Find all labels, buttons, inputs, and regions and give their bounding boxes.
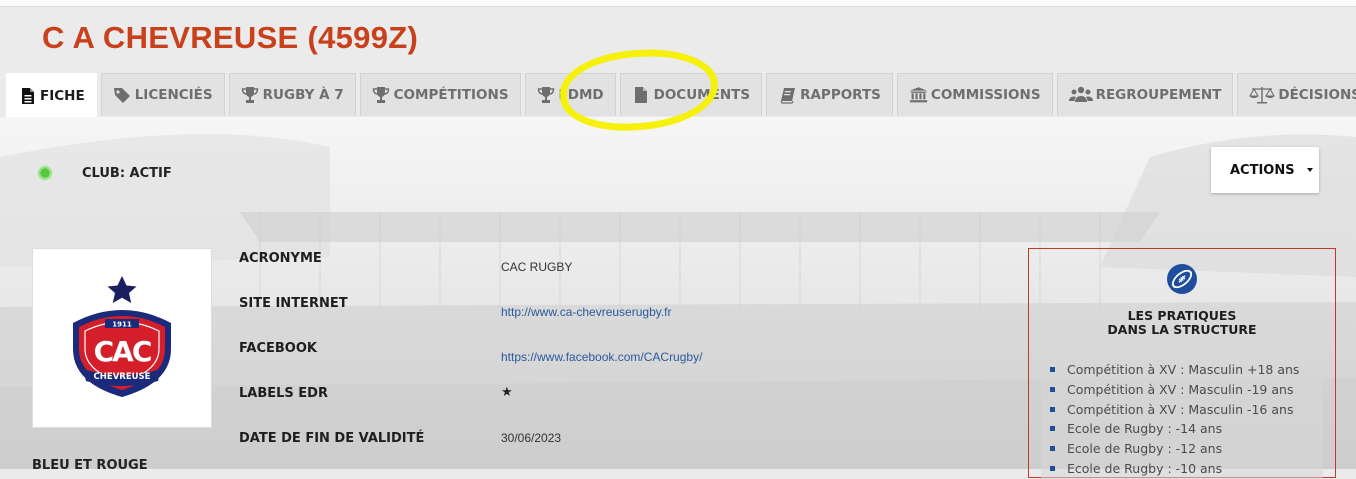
tab-rapports-label: RAPPORTS xyxy=(800,87,881,103)
logo-name: CHEVREUSE xyxy=(94,372,151,382)
trophy-icon xyxy=(537,86,556,104)
list-item: Compétition à XV : Masculin -16 ans xyxy=(1041,399,1323,420)
list-item: Ecole de Rugby : -14 ans xyxy=(1041,419,1323,440)
club-logo: 1911 CAC CHEVREUSE xyxy=(32,248,212,428)
practices-list: Compétition à XV : Masculin +18 ans Comp… xyxy=(1041,360,1323,479)
tab-fdmd[interactable]: FDMD xyxy=(524,73,616,116)
tag-icon xyxy=(113,86,132,104)
validite-label: DATE DE FIN DE VALIDITÉ xyxy=(239,431,425,446)
tab-licencies-label: LICENCIÉS xyxy=(134,87,213,103)
facebook-label: FACEBOOK xyxy=(239,341,317,356)
tab-bar: FICHE LICENCIÉS RUGBY À 7 COMPÉTITIONS F… xyxy=(6,73,1356,117)
tab-competitions[interactable]: COMPÉTITIONS xyxy=(359,73,521,116)
club-colors: BLEU ET ROUGE xyxy=(32,458,148,473)
actions-label: ACTIONS xyxy=(1230,162,1295,178)
practices-title-line1: LES PRATIQUES xyxy=(1127,308,1237,323)
caret-down-icon xyxy=(1307,168,1313,172)
site-internet-label: SITE INTERNET xyxy=(239,296,348,311)
tab-fiche[interactable]: FICHE xyxy=(6,73,97,117)
logo-letters: CAC xyxy=(94,335,151,368)
acronyme-label: ACRONYME xyxy=(239,251,322,266)
list-item: Compétition à XV : Masculin +18 ans xyxy=(1041,360,1323,380)
page-title: C A CHEVREUSE (4599Z) xyxy=(42,20,419,55)
tab-regroupement-label: REGROUPEMENT xyxy=(1095,87,1222,103)
tab-fiche-label: FICHE xyxy=(40,87,85,104)
tab-documents-label: DOCUMENTS xyxy=(653,87,751,103)
tab-rugby-a-7[interactable]: RUGBY À 7 xyxy=(228,73,356,116)
tab-commissions-label: COMMISSIONS xyxy=(930,87,1041,103)
tab-rapports[interactable]: RAPPORTS xyxy=(766,73,893,116)
list-item: Ecole de Rugby : -12 ans xyxy=(1041,439,1323,459)
tab-documents[interactable]: DOCUMENTS xyxy=(619,73,763,116)
institution-icon xyxy=(909,86,928,104)
club-status: CLUB: ACTIF xyxy=(82,166,172,181)
document-icon xyxy=(18,87,37,105)
actions-dropdown-button[interactable]: ACTIONS xyxy=(1211,147,1319,193)
status-indicator-icon xyxy=(37,165,53,181)
football-icon xyxy=(1166,263,1198,295)
tab-competitions-label: COMPÉTITIONS xyxy=(393,87,509,103)
trophy-icon xyxy=(241,86,260,104)
labels-edr-star-icon: ★ xyxy=(501,384,513,399)
practices-title-line2: DANS LA STRUCTURE xyxy=(1107,322,1257,337)
tab-rugby-a-7-label: RUGBY À 7 xyxy=(262,87,344,103)
labels-edr-label: LABELS EDR xyxy=(239,386,328,401)
list-item: Compétition à XV : Masculin -19 ans xyxy=(1041,379,1323,400)
tab-decisions-label: DÉCISIONS xyxy=(1278,87,1356,103)
file-icon xyxy=(632,86,651,104)
logo-year: 1911 xyxy=(112,321,132,329)
balance-scale-icon xyxy=(1249,86,1276,104)
tab-licencies[interactable]: LICENCIÉS xyxy=(100,73,225,116)
tab-regroupement[interactable]: REGROUPEMENT xyxy=(1056,73,1234,116)
book-icon xyxy=(778,86,797,104)
tab-decisions[interactable]: DÉCISIONS xyxy=(1237,73,1356,116)
practices-panel: LES PRATIQUES DANS LA STRUCTURE Compétit… xyxy=(1028,248,1336,479)
practices-title: LES PRATIQUES DANS LA STRUCTURE xyxy=(1029,309,1335,337)
facebook-link[interactable]: https://www.facebook.com/CACrugby/ xyxy=(501,350,702,364)
validite-value: 30/06/2023 xyxy=(501,431,562,445)
tab-commissions[interactable]: COMMISSIONS xyxy=(896,73,1053,116)
users-icon xyxy=(1068,86,1093,104)
acronyme-value: CAC RUGBY xyxy=(501,260,573,274)
tab-fdmd-label: FDMD xyxy=(558,87,604,103)
top-bar xyxy=(0,0,1356,7)
site-internet-link[interactable]: http://www.ca-chevreuserugby.fr xyxy=(501,305,672,319)
trophy-icon xyxy=(372,86,391,104)
